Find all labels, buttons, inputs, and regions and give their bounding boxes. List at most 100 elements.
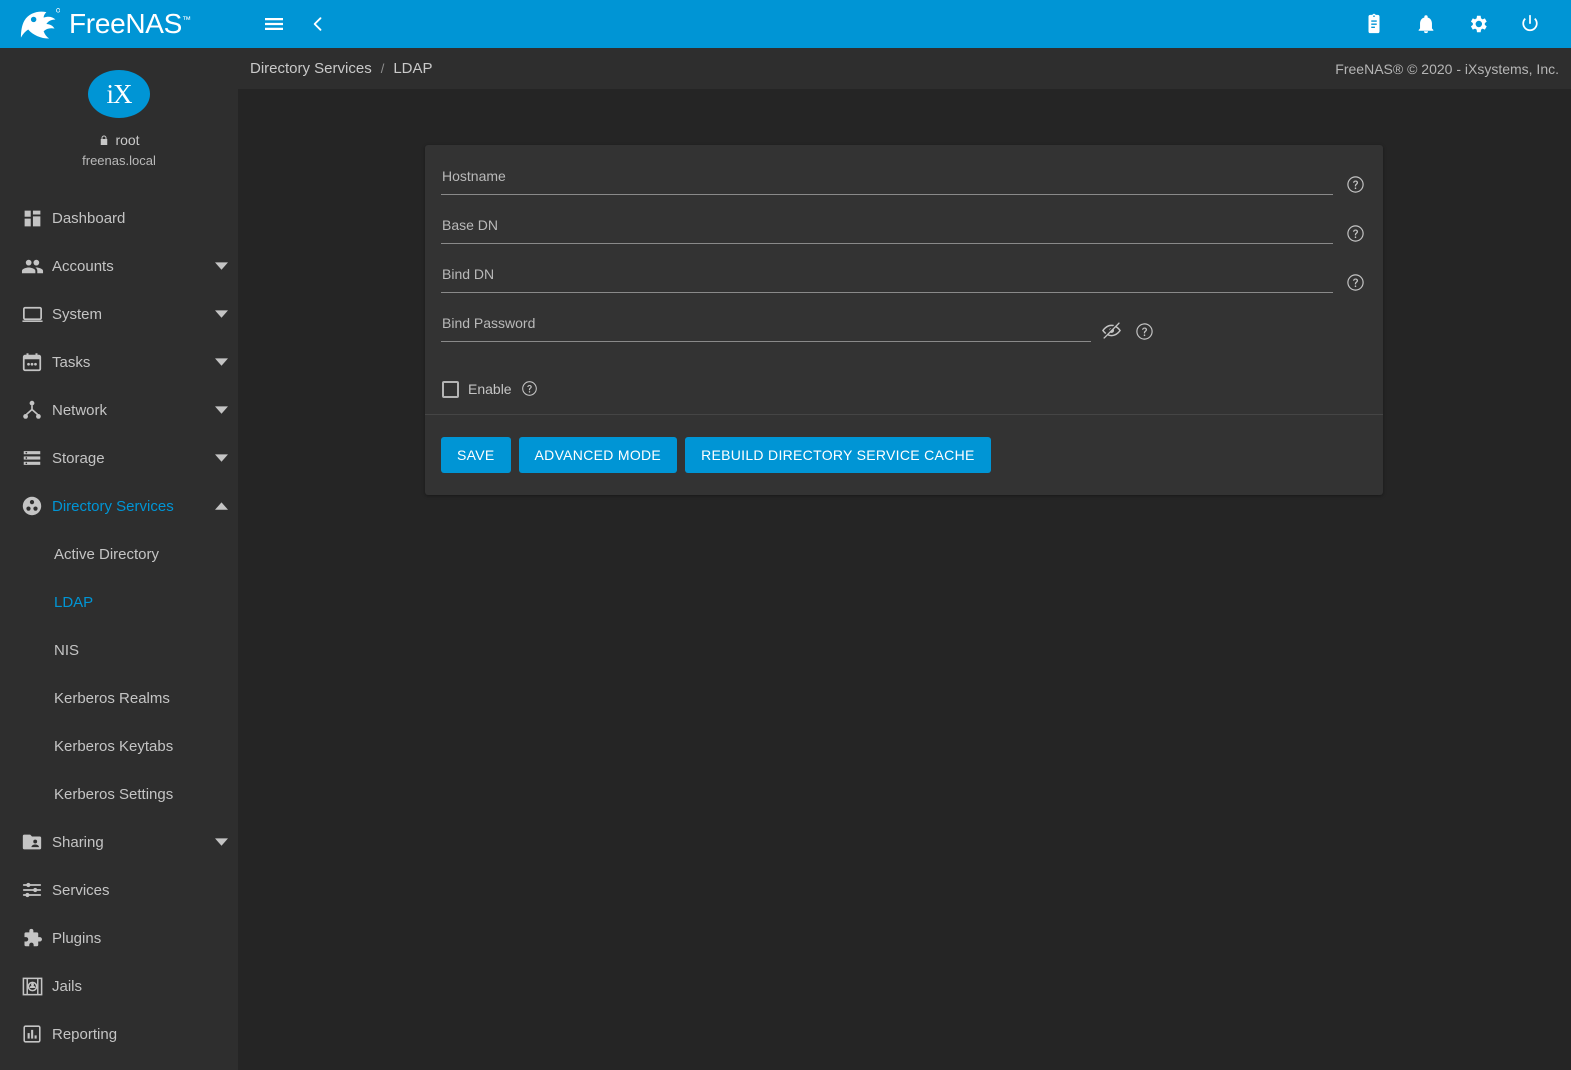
sidebar-item-kerberos-settings[interactable]: Kerberos Settings [0,770,238,818]
ldap-settings-card: Hostname Base DN [425,145,1383,495]
base-dn-input[interactable] [441,243,1333,244]
user-info-block: iX root freenas.local [0,48,238,182]
sidebar-label: Tasks [52,354,204,371]
chevron-down-icon[interactable] [204,838,238,847]
sidebar-sublabel: Kerberos Settings [54,786,173,803]
form-actions: SAVE ADVANCED MODE REBUILD DIRECTORY SER… [425,415,1383,495]
help-circle-icon[interactable] [1346,273,1365,292]
content-area: Directory Services / LDAP FreeNAS® © 202… [238,48,1571,1070]
sidebar-item-active-directory[interactable]: Active Directory [0,530,238,578]
eye-off-icon[interactable] [1101,320,1122,341]
form-fields: Hostname Base DN [425,145,1383,414]
sidebar-label: System [52,306,204,323]
username-text: root [115,132,139,148]
chevron-left-icon[interactable] [308,14,328,34]
bar-chart-icon [12,1023,52,1045]
current-user: root [0,132,238,148]
folder-share-icon [12,831,52,853]
sidebar-item-accounts[interactable]: Accounts [0,242,238,290]
help-circle-icon[interactable] [1346,224,1365,243]
brand-name-text: FreeNAS [69,8,182,39]
sidebar-item-storage[interactable]: Storage [0,434,238,482]
enable-label: Enable [468,381,512,397]
sidebar-navigation: iX root freenas.local Dashboard [0,48,238,1070]
brand-wordmark: FreeNAS™ [69,10,191,38]
sidebar-label: Directory Services [52,498,204,515]
help-circle-icon[interactable] [521,380,538,397]
sliders-icon [12,879,52,901]
nav-list: Dashboard Accounts [0,182,238,1058]
sidebar-label: Accounts [52,258,204,275]
chevron-down-icon[interactable] [204,406,238,415]
sidebar-item-system[interactable]: System [0,290,238,338]
sidebar-item-kerberos-keytabs[interactable]: Kerberos Keytabs [0,722,238,770]
sidebar-label: Reporting [52,1026,204,1043]
sidebar-item-network[interactable]: Network [0,386,238,434]
hostname-label: Hostname [441,167,1333,185]
sidebar-label: Plugins [52,930,204,947]
network-node-icon [12,399,52,421]
help-circle-icon[interactable] [1135,322,1154,341]
sidebar-item-reporting[interactable]: Reporting [0,1010,238,1058]
clipboard-list-icon[interactable] [1363,13,1385,35]
save-button[interactable]: SAVE [441,437,511,473]
field-bind-password: Bind Password [441,314,1365,342]
bind-password-input[interactable] [441,341,1091,342]
field-base-dn: Base DN [441,216,1365,244]
copyright-text: FreeNAS® © 2020 - iXsystems, Inc. [1335,61,1559,77]
field-hostname: Hostname [441,167,1365,195]
ixsystems-logo: iX [88,70,150,118]
bind-dn-input[interactable] [441,292,1333,293]
breadcrumb-current: LDAP [393,60,432,77]
bind-dn-label: Bind DN [441,265,1333,283]
breadcrumb-parent[interactable]: Directory Services [250,60,372,77]
form-canvas: Hostname Base DN [238,89,1571,1070]
lock-icon [98,134,110,147]
sidebar-label: Sharing [52,834,204,851]
field-bind-dn: Bind DN [441,265,1365,293]
sidebar-item-kerberos-realms[interactable]: Kerberos Realms [0,674,238,722]
sidebar-item-dashboard[interactable]: Dashboard [0,194,238,242]
hamburger-menu-icon[interactable] [262,12,286,36]
hostname-input[interactable] [441,194,1333,195]
breadcrumb-bar: Directory Services / LDAP FreeNAS® © 202… [238,48,1571,89]
brand-area: FreeNAS™ [0,0,238,48]
sidebar-item-tasks[interactable]: Tasks [0,338,238,386]
power-icon[interactable] [1519,13,1541,35]
sidebar-item-services[interactable]: Services [0,866,238,914]
breadcrumb: Directory Services / LDAP [250,60,433,77]
brand-tm-text: ™ [182,15,191,25]
enable-checkbox[interactable] [442,381,459,398]
breadcrumb-separator: / [381,61,385,76]
base-dn-label: Base DN [441,216,1333,234]
sidebar-item-directory-services[interactable]: Directory Services [0,482,238,530]
sidebar-item-nis[interactable]: NIS [0,626,238,674]
sidebar-sublabel: NIS [54,642,79,659]
jail-icon [12,975,52,998]
rebuild-directory-service-cache-button[interactable]: REBUILD DIRECTORY SERVICE CACHE [685,437,991,473]
help-circle-icon[interactable] [1346,175,1365,194]
hostname-text: freenas.local [0,153,238,168]
top-app-bar: FreeNAS™ [0,0,1571,48]
sidebar-sublabel: Kerberos Realms [54,690,170,707]
chevron-down-icon[interactable] [204,262,238,271]
sidebar-label: Jails [52,978,204,995]
advanced-mode-button[interactable]: ADVANCED MODE [519,437,678,473]
directory-services-icon [12,494,52,518]
chevron-up-icon[interactable] [204,502,238,511]
chevron-down-icon[interactable] [204,358,238,367]
chevron-down-icon[interactable] [204,454,238,463]
sidebar-item-sharing[interactable]: Sharing [0,818,238,866]
storage-list-icon [12,447,52,469]
gear-icon[interactable] [1467,13,1489,35]
sidebar-item-ldap[interactable]: LDAP [0,578,238,626]
monitor-icon [12,303,52,326]
bell-icon[interactable] [1415,13,1437,35]
chevron-down-icon[interactable] [204,310,238,319]
sidebar-item-plugins[interactable]: Plugins [0,914,238,962]
top-bar-right [238,0,1571,48]
sidebar-sublabel: Kerberos Keytabs [54,738,173,755]
sidebar-sublabel: LDAP [54,594,93,611]
sidebar-item-jails[interactable]: Jails [0,962,238,1010]
freenas-logo[interactable]: FreeNAS™ [20,7,191,41]
